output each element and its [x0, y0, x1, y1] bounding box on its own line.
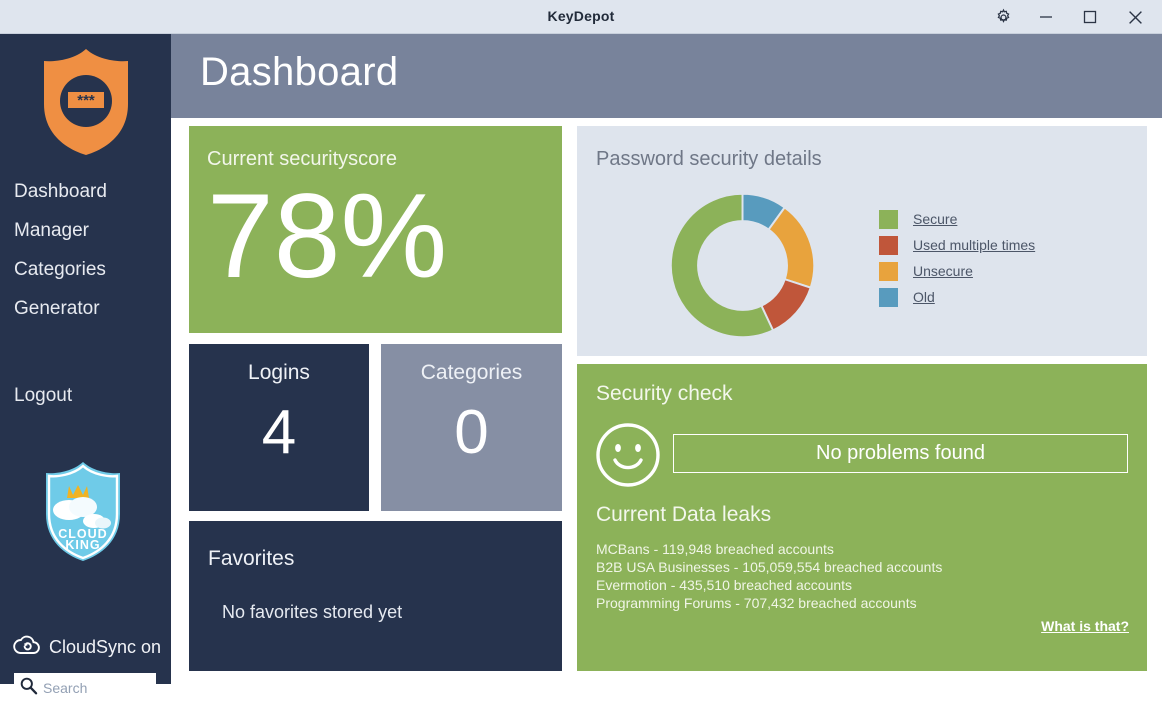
sidebar-nav: Dashboard Manager Categories Generator L… — [0, 172, 171, 415]
search-icon — [19, 676, 38, 700]
chart-legend-row[interactable]: Old — [879, 284, 1035, 310]
maximize-icon[interactable] — [1067, 0, 1113, 34]
donut-segment — [767, 206, 816, 289]
cloud-sync-icon — [12, 634, 42, 661]
favorites-title: Favorites — [208, 547, 295, 570]
logins-tile-title: Logins — [248, 361, 310, 384]
security-check-title: Security check — [596, 382, 733, 405]
sidebar-item-categories[interactable]: Categories — [0, 250, 171, 289]
legend-swatch — [879, 261, 898, 281]
logins-tile[interactable]: Logins 4 — [189, 344, 369, 511]
legend-label[interactable]: Unsecure — [913, 263, 973, 279]
data-leak-item: MCBans - 119,948 breached accounts — [596, 541, 834, 557]
security-score-card: Current securityscore 78% — [189, 126, 562, 333]
cloudsync-label: CloudSync on — [49, 637, 162, 657]
svg-text:KING: KING — [65, 538, 100, 552]
legend-swatch — [879, 287, 898, 307]
security-check-status-text: No problems found — [816, 442, 985, 464]
cloudking-shield-icon: CLOUD KING — [39, 460, 127, 564]
chart-legend: Secure Used multiple times Unsecure Old — [879, 206, 1035, 310]
page-header: Dashboard — [171, 34, 1162, 118]
legend-swatch — [879, 209, 898, 229]
categories-tile[interactable]: Categories 0 — [381, 344, 562, 511]
favorites-empty-text: No favorites stored yet — [222, 602, 403, 622]
close-icon[interactable] — [1112, 0, 1158, 34]
data-leak-item: Evermotion - 435,510 breached accounts — [596, 577, 853, 593]
sidebar-item-manager[interactable]: Manager — [0, 211, 171, 250]
no-problems-status-bar: No problems found — [673, 434, 1128, 473]
password-security-donut-chart — [665, 188, 820, 343]
what-is-that-link[interactable]: What is that? — [1041, 618, 1129, 634]
dashboard-content: Current securityscore 78% Logins 4 Categ… — [171, 118, 1162, 684]
password-security-card: Password security details Secure Used mul… — [577, 126, 1147, 356]
sidebar-item-logout[interactable]: Logout — [0, 376, 171, 415]
legend-label[interactable]: Secure — [913, 211, 957, 227]
password-security-title: Password security details — [596, 148, 822, 170]
data-leaks-title: Current Data leaks — [596, 503, 772, 526]
categories-tile-title: Categories — [420, 361, 523, 384]
page-title: Dashboard — [200, 50, 399, 94]
svg-text:***: *** — [77, 92, 95, 109]
chart-legend-row[interactable]: Used multiple times — [879, 232, 1035, 258]
legend-label[interactable]: Old — [913, 289, 935, 305]
legend-swatch — [879, 235, 898, 255]
data-leak-item: Programming Forums - 707,432 breached ac… — [596, 595, 917, 611]
security-score-value: 78% — [207, 169, 448, 303]
logins-tile-value: 4 — [261, 398, 297, 467]
categories-tile-value: 0 — [454, 398, 489, 467]
minimize-icon[interactable] — [1023, 0, 1069, 34]
sidebar-item-dashboard[interactable]: Dashboard — [0, 172, 171, 211]
favorites-card: Favorites No favorites stored yet — [189, 521, 562, 671]
security-check-card: Security check No problems found Current… — [577, 364, 1147, 671]
chart-legend-row[interactable]: Secure — [879, 206, 1035, 232]
legend-label[interactable]: Used multiple times — [913, 237, 1035, 253]
keydepot-shield-icon: *** — [36, 46, 136, 158]
window-titlebar: KeyDepot — [0, 0, 1162, 34]
data-leak-item: B2B USA Businesses - 105,059,554 breache… — [596, 559, 943, 575]
chart-legend-row[interactable]: Unsecure — [879, 258, 1035, 284]
sidebar-item-generator[interactable]: Generator — [0, 289, 171, 328]
smiley-face-icon — [595, 422, 661, 488]
search-input[interactable] — [38, 680, 146, 696]
sidebar: *** Dashboard Manager Categories Generat… — [0, 34, 171, 703]
search-box[interactable] — [14, 673, 156, 703]
gear-icon[interactable] — [980, 0, 1026, 34]
data-leaks-list: MCBans - 119,948 breached accounts B2B US… — [596, 540, 1126, 612]
cloudsync-status: CloudSync on — [12, 634, 161, 661]
